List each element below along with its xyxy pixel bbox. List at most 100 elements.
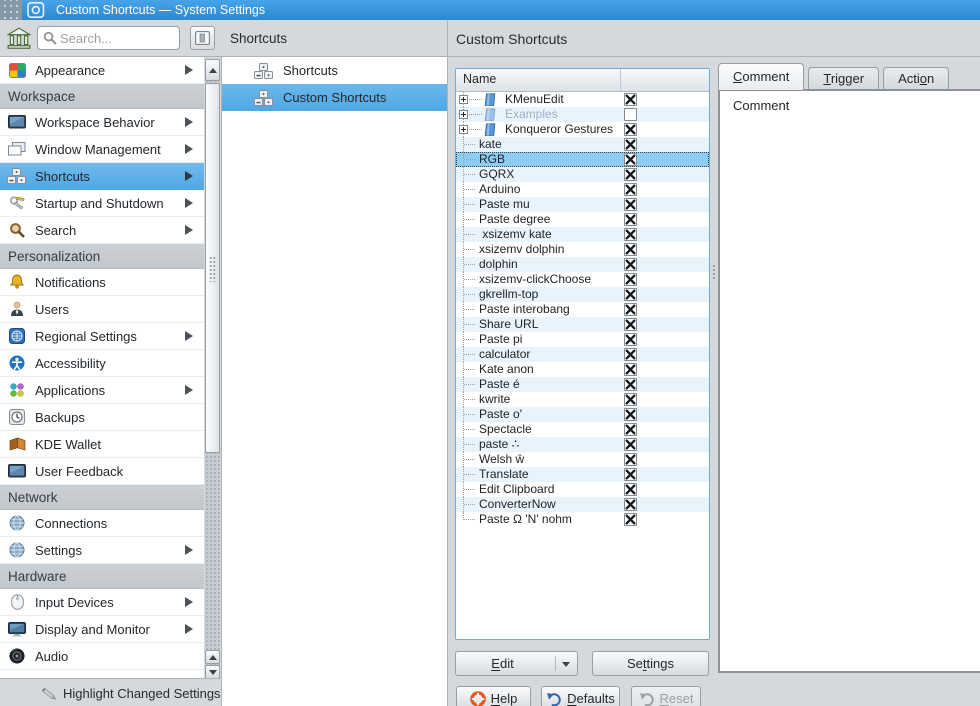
tree-row-welsh[interactable]: Welsh ŵ <box>456 452 709 467</box>
sidebar-item-notifications[interactable]: Notifications <box>0 269 204 296</box>
tree-row-dolphin[interactable]: dolphin <box>456 257 709 272</box>
sidebar-item-users[interactable]: Users <box>0 296 204 323</box>
sidebar-item-window-management[interactable]: Window Management <box>0 136 204 163</box>
enabled-checkbox[interactable] <box>624 453 637 466</box>
sidebar-item-appearance[interactable]: Appearance <box>0 57 204 84</box>
tree-row-xsizemv-clickchoose[interactable]: xsizemv-clickChoose <box>456 272 709 287</box>
enabled-checkbox[interactable] <box>624 408 637 421</box>
enabled-checkbox[interactable] <box>624 513 637 526</box>
sidebar-item-display-and-monitor[interactable]: Display and Monitor <box>0 616 204 643</box>
scrollbar-up-button[interactable] <box>205 59 220 81</box>
sidebar-item-regional-settings[interactable]: Regional Settings <box>0 323 204 350</box>
tree-row-kwrite[interactable]: kwrite <box>456 392 709 407</box>
titlebar[interactable]: Custom Shortcuts — System Settings <box>0 0 980 20</box>
tab-comment[interactable]: Comment <box>718 63 804 90</box>
enabled-checkbox[interactable] <box>624 123 637 136</box>
enabled-checkbox[interactable] <box>624 438 637 451</box>
enabled-checkbox[interactable] <box>624 198 637 211</box>
tree-row-paste-interobang[interactable]: Paste interobang <box>456 302 709 317</box>
sidebar-item-kde-wallet[interactable]: KDE Wallet <box>0 431 204 458</box>
tree-row-arduino[interactable]: Arduino <box>456 182 709 197</box>
enabled-checkbox[interactable] <box>624 93 637 106</box>
expander-icon[interactable] <box>459 110 468 119</box>
enabled-checkbox[interactable] <box>624 423 637 436</box>
search-field[interactable] <box>37 26 180 50</box>
enabled-checkbox[interactable] <box>624 468 637 481</box>
enabled-checkbox[interactable] <box>624 273 637 286</box>
tab-trigger[interactable]: Trigger <box>808 67 879 90</box>
enabled-checkbox[interactable] <box>624 228 637 241</box>
enabled-checkbox[interactable] <box>624 378 637 391</box>
panel-toggle-button[interactable] <box>190 26 215 50</box>
tree-row-translate[interactable]: Translate <box>456 467 709 482</box>
enabled-checkbox[interactable] <box>624 183 637 196</box>
comment-editor[interactable]: Comment <box>718 89 980 673</box>
sidebar-item-accessibility[interactable]: Accessibility <box>0 350 204 377</box>
category-item-shortcuts[interactable]: Shortcuts <box>222 57 447 84</box>
tree-row-examples[interactable]: Examples <box>456 107 709 122</box>
enabled-checkbox[interactable] <box>624 498 637 511</box>
category-item-custom-shortcuts[interactable]: Custom Shortcuts <box>222 84 447 111</box>
settings-button[interactable]: Settings <box>592 651 709 676</box>
enabled-checkbox[interactable] <box>624 483 637 496</box>
enabled-checkbox[interactable] <box>624 213 637 226</box>
expander-icon[interactable] <box>459 95 468 104</box>
tree-row-edit-clipboard[interactable]: Edit Clipboard <box>456 482 709 497</box>
highlight-changed-settings-button[interactable]: Highlight Changed Settings <box>0 678 221 706</box>
enabled-checkbox[interactable] <box>624 288 637 301</box>
sidebar-item-backups[interactable]: Backups <box>0 404 204 431</box>
enabled-checkbox[interactable] <box>624 393 637 406</box>
sidebar-item-connections[interactable]: Connections <box>0 510 204 537</box>
search-input[interactable] <box>60 28 176 48</box>
enabled-checkbox[interactable] <box>624 258 637 271</box>
tree-row-gkrellm-top[interactable]: gkrellm-top <box>456 287 709 302</box>
enabled-checkbox[interactable] <box>624 153 637 166</box>
tree-row-konqueror-gestures[interactable]: Konqueror Gestures <box>456 122 709 137</box>
sidebar-item-user-feedback[interactable]: User Feedback <box>0 458 204 485</box>
sidebar-item-applications[interactable]: Applications <box>0 377 204 404</box>
tree-row-gqrx[interactable]: GQRX <box>456 167 709 182</box>
enabled-checkbox[interactable] <box>624 243 637 256</box>
tree-row-spectacle[interactable]: Spectacle <box>456 422 709 437</box>
scrollbar-up-button[interactable] <box>205 650 220 664</box>
tree-row-paste-n-nohm[interactable]: Paste Ω 'N' nohm <box>456 512 709 527</box>
tree-row-calculator[interactable]: calculator <box>456 347 709 362</box>
tree-row-paste-pi[interactable]: Paste pi <box>456 332 709 347</box>
tree-row-xsizemv-dolphin[interactable]: xsizemv dolphin <box>456 242 709 257</box>
sidebar-item-audio[interactable]: Audio <box>0 643 204 670</box>
help-button[interactable]: Help <box>456 686 531 706</box>
sidebar-item-startup-and-shutdown[interactable]: Startup and Shutdown <box>0 190 204 217</box>
sidebar-item-input-devices[interactable]: Input Devices <box>0 589 204 616</box>
tree-row-converternow[interactable]: ConverterNow <box>456 497 709 512</box>
sidebar-scrollbar-thumb[interactable] <box>205 83 220 453</box>
tree-row-kate-anon[interactable]: Kate anon <box>456 362 709 377</box>
tree-row-rgb[interactable]: RGB <box>456 152 709 167</box>
sidebar-item-settings[interactable]: Settings <box>0 537 204 564</box>
tree-row-paste-mu[interactable]: Paste mu <box>456 197 709 212</box>
sidebar-item-shortcuts[interactable]: Shortcuts <box>0 163 204 190</box>
scrollbar-down-button[interactable] <box>205 665 220 679</box>
splitter-handle[interactable] <box>711 68 717 673</box>
tree-row-kmenuedit[interactable]: KMenuEdit <box>456 92 709 107</box>
sidebar-item-search[interactable]: Search <box>0 217 204 244</box>
enabled-checkbox[interactable] <box>624 303 637 316</box>
column-header-name[interactable]: Name <box>456 69 621 91</box>
enabled-checkbox[interactable] <box>624 318 637 331</box>
reset-button[interactable]: Reset <box>631 686 701 706</box>
expander-icon[interactable] <box>459 125 468 134</box>
column-header-enabled[interactable] <box>621 69 709 91</box>
tree-row-xsizemv-kate[interactable]: xsizemv kate <box>456 227 709 242</box>
tree-row-paste-o[interactable]: Paste o' <box>456 407 709 422</box>
enabled-checkbox[interactable] <box>624 108 637 121</box>
tree-row-share-url[interactable]: Share URL <box>456 317 709 332</box>
enabled-checkbox[interactable] <box>624 333 637 346</box>
tree-header[interactable]: Name <box>456 69 709 92</box>
tab-action[interactable]: Action <box>883 67 949 90</box>
tree-row-paste-degree[interactable]: Paste degree <box>456 212 709 227</box>
defaults-button[interactable]: Defaults <box>541 686 620 706</box>
enabled-checkbox[interactable] <box>624 168 637 181</box>
edit-button[interactable]: Edit <box>455 651 578 676</box>
tree-row-paste[interactable]: Paste é <box>456 377 709 392</box>
enabled-checkbox[interactable] <box>624 348 637 361</box>
enabled-checkbox[interactable] <box>624 138 637 151</box>
